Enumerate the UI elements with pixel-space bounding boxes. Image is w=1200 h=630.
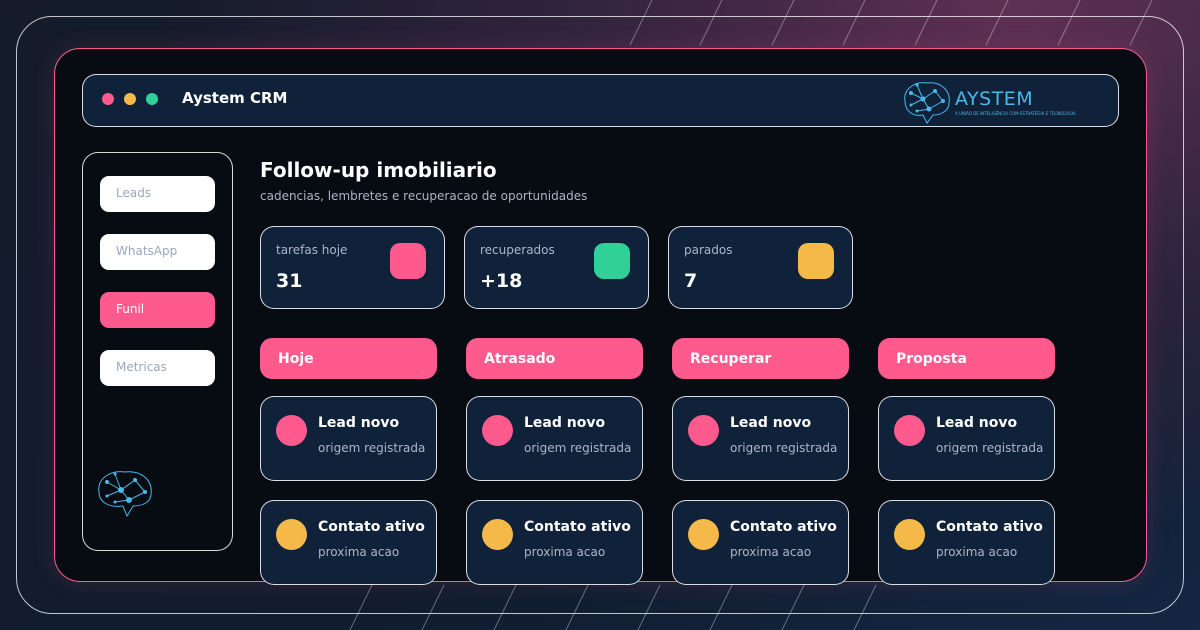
- pipeline-card[interactable]: Contato ativo proxima acao: [260, 500, 437, 585]
- column-title: Atrasado: [484, 351, 556, 367]
- pipeline-card[interactable]: Contato ativo proxima acao: [878, 500, 1055, 585]
- brain-network-icon: [904, 82, 950, 124]
- window-close-dot[interactable]: [102, 93, 114, 105]
- card-subtitle: origem registrada: [936, 441, 1044, 455]
- stat-card-recuperados: recuperados +18: [464, 226, 649, 309]
- sidebar-item-label: WhatsApp: [116, 244, 178, 258]
- window-minimize-dot[interactable]: [124, 93, 136, 105]
- stat-card-parados: parados 7: [668, 226, 853, 309]
- card-title: Contato ativo: [936, 519, 1043, 535]
- status-dot: [482, 415, 513, 446]
- sidebar: Leads WhatsApp Funil Metricas: [82, 152, 233, 551]
- status-dot: [894, 415, 925, 446]
- column-header-atrasado[interactable]: Atrasado: [466, 338, 643, 379]
- card-title: Lead novo: [318, 415, 400, 431]
- pipeline-card[interactable]: Contato ativo proxima acao: [672, 500, 849, 585]
- status-dot: [482, 519, 513, 550]
- column-title: Hoje: [278, 351, 314, 367]
- card-title: Lead novo: [524, 415, 606, 431]
- sidebar-item-label: Funil: [116, 302, 145, 316]
- sidebar-item-label: Metricas: [116, 360, 167, 374]
- column-header-proposta[interactable]: Proposta: [878, 338, 1055, 379]
- card-subtitle: proxima acao: [936, 545, 1018, 559]
- status-dot: [688, 415, 719, 446]
- sidebar-item-metricas[interactable]: Metricas: [100, 350, 215, 386]
- card-subtitle: proxima acao: [524, 545, 606, 559]
- card-title: Contato ativo: [318, 519, 425, 535]
- sidebar-item-label: Leads: [116, 186, 152, 200]
- titlebar: Aystem CRM AYSTEM A UNIÃO DE INTELIGÊNCI…: [82, 74, 1119, 127]
- app-title: Aystem CRM: [182, 89, 288, 107]
- brand-name: AYSTEM: [955, 88, 1034, 110]
- column-title: Proposta: [896, 351, 967, 367]
- status-dot: [894, 519, 925, 550]
- status-dot: [276, 415, 307, 446]
- card-subtitle: proxima acao: [730, 545, 812, 559]
- stat-label: recuperados: [480, 243, 555, 257]
- stat-indicator: [390, 243, 426, 279]
- card-title: Contato ativo: [524, 519, 631, 535]
- stat-label: tarefas hoje: [276, 243, 348, 257]
- pipeline-card[interactable]: Lead novo origem registrada: [672, 396, 849, 481]
- card-title: Contato ativo: [730, 519, 837, 535]
- stat-label: parados: [684, 243, 733, 257]
- column-header-hoje[interactable]: Hoje: [260, 338, 437, 379]
- status-dot: [688, 519, 719, 550]
- stat-indicator: [594, 243, 630, 279]
- pipeline-card[interactable]: Lead novo origem registrada: [260, 396, 437, 481]
- stat-value: +18: [480, 270, 523, 292]
- stat-indicator: [798, 243, 834, 279]
- stat-card-tarefas: tarefas hoje 31: [260, 226, 445, 309]
- card-title: Lead novo: [936, 415, 1018, 431]
- brain-network-icon: [98, 471, 152, 518]
- status-dot: [276, 519, 307, 550]
- stat-value: 31: [276, 270, 303, 292]
- pipeline-card[interactable]: Lead novo origem registrada: [878, 396, 1055, 481]
- pipeline-card[interactable]: Contato ativo proxima acao: [466, 500, 643, 585]
- page-subtitle: cadencias, lembretes e recuperacao de op…: [260, 189, 588, 203]
- column-title: Recuperar: [690, 351, 772, 367]
- stat-value: 7: [684, 270, 698, 292]
- window-maximize-dot[interactable]: [146, 93, 158, 105]
- brand-logo: AYSTEM A UNIÃO DE INTELIGÊNCIA COM ESTRA…: [901, 77, 1076, 125]
- card-title: Lead novo: [730, 415, 812, 431]
- card-subtitle: origem registrada: [730, 441, 838, 455]
- sidebar-item-leads[interactable]: Leads: [100, 176, 215, 212]
- pipeline-card[interactable]: Lead novo origem registrada: [466, 396, 643, 481]
- page-title: Follow-up imobiliario: [260, 158, 497, 182]
- sidebar-item-funil[interactable]: Funil: [100, 292, 215, 328]
- card-subtitle: origem registrada: [318, 441, 426, 455]
- column-header-recuperar[interactable]: Recuperar: [672, 338, 849, 379]
- card-subtitle: proxima acao: [318, 545, 400, 559]
- card-subtitle: origem registrada: [524, 441, 632, 455]
- sidebar-item-whatsapp[interactable]: WhatsApp: [100, 234, 215, 270]
- brand-tagline: A UNIÃO DE INTELIGÊNCIA COM ESTRATÉGIA E…: [955, 111, 1076, 116]
